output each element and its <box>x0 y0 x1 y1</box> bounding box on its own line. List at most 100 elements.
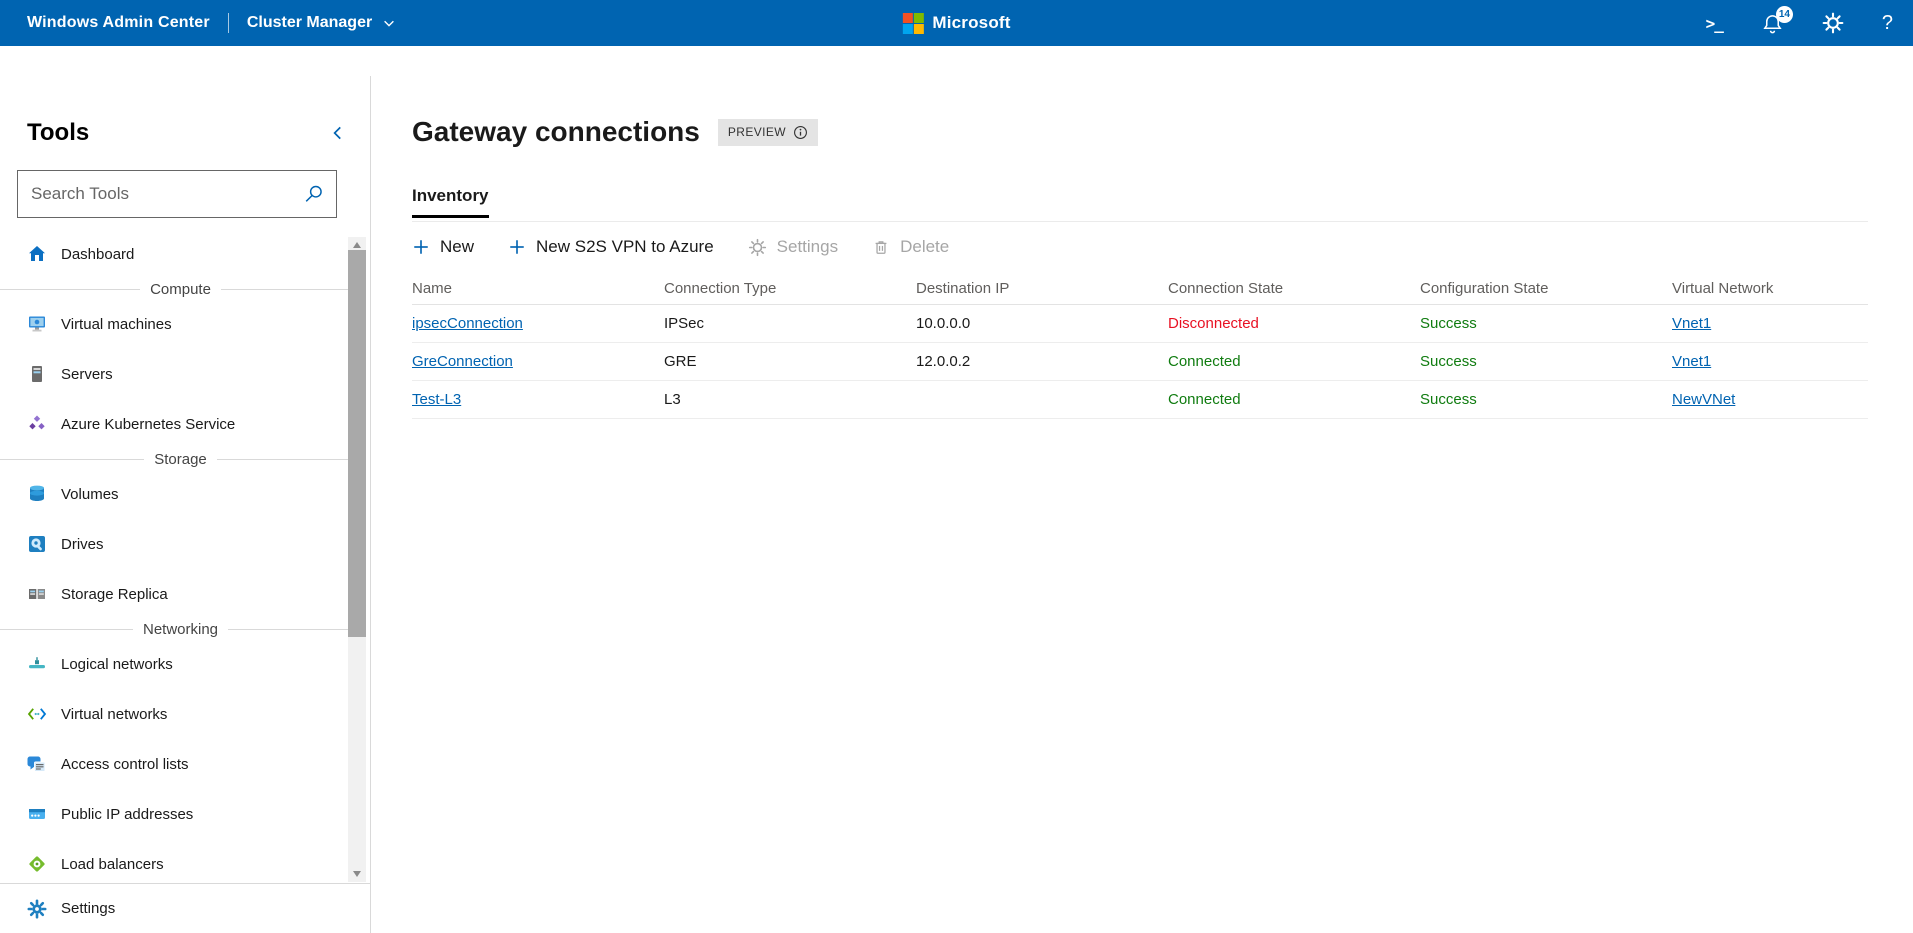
connection-state-cell: Connected <box>1168 391 1241 408</box>
table-row[interactable]: ipsecConnection IPSec 10.0.0.0 Disconnec… <box>412 305 1868 343</box>
column-header-connection-type[interactable]: Connection Type <box>664 280 916 297</box>
virtual-networks-icon <box>27 704 47 724</box>
tools-title: Tools <box>27 119 90 146</box>
virtual-network-link[interactable]: Vnet1 <box>1672 315 1711 332</box>
column-header-configuration-state[interactable]: Configuration State <box>1420 280 1672 297</box>
scroll-down-arrow-icon[interactable] <box>353 871 361 877</box>
sidebar-item-load-balancers[interactable]: Load balancers <box>0 839 371 883</box>
microsoft-logo-icon <box>902 12 924 34</box>
sidebar-item-storage-replica[interactable]: Storage Replica <box>0 569 371 619</box>
sidebar-item-label: Load balancers <box>61 855 164 873</box>
sidebar-section-storage: Storage <box>0 449 371 469</box>
help-button[interactable]: ? <box>1882 0 1893 46</box>
volumes-icon <box>27 484 47 504</box>
virtual-network-link[interactable]: Vnet1 <box>1672 353 1711 370</box>
microsoft-logo-text: Microsoft <box>932 13 1011 32</box>
sidebar-item-label: Dashboard <box>61 245 135 263</box>
table-toolbar: New New S2S VPN to Azure Settings Delete <box>412 222 1868 272</box>
topbar-separator <box>227 13 229 33</box>
new-s2s-vpn-button-label: New S2S VPN to Azure <box>536 237 714 256</box>
sidebar-item-public-ip-addresses[interactable]: Public IP addresses <box>0 789 371 839</box>
info-icon[interactable] <box>793 125 808 140</box>
home-icon <box>27 244 47 264</box>
topbar-left-group: Windows Admin Center Cluster Manager <box>0 13 396 33</box>
sidebar-item-settings[interactable]: Settings <box>0 883 370 933</box>
connection-type-cell: IPSec <box>664 315 705 332</box>
column-header-connection-state[interactable]: Connection State <box>1168 280 1420 297</box>
column-header-virtual-network[interactable]: Virtual Network <box>1672 280 1868 297</box>
connection-name-link[interactable]: ipsecConnection <box>412 315 523 332</box>
sidebar-section-compute: Compute <box>0 279 371 299</box>
sidebar-item-dashboard[interactable]: Dashboard <box>0 229 371 279</box>
page-header: Gateway connections PREVIEW <box>412 112 1868 152</box>
settings-button[interactable]: Settings <box>748 237 838 257</box>
notification-count-badge: 14 <box>1775 6 1793 23</box>
sidebar-item-access-control-lists[interactable]: Access control lists <box>0 739 371 789</box>
table-header-row: Name Connection Type Destination IP Conn… <box>412 272 1868 305</box>
gear-icon <box>27 898 47 919</box>
tab-bar: Inventory <box>412 186 1868 222</box>
connection-type-cell: L3 <box>664 391 681 408</box>
main-layout: Tools Dashboard Compute <box>0 46 1913 933</box>
delete-button-label: Delete <box>900 237 950 256</box>
powershell-terminal-icon[interactable]: >_ <box>1706 0 1724 46</box>
sidebar-item-volumes[interactable]: Volumes <box>0 469 371 519</box>
solution-switcher[interactable]: Cluster Manager <box>247 14 396 32</box>
tab-inventory[interactable]: Inventory <box>412 186 489 218</box>
connection-name-link[interactable]: GreConnection <box>412 353 513 370</box>
sidebar-item-label: Settings <box>61 900 116 917</box>
sidebar-item-label: Virtual machines <box>61 315 172 333</box>
table-row[interactable]: Test-L3 L3 Connected Success NewVNet <box>412 381 1868 419</box>
logical-networks-icon <box>27 654 47 674</box>
notifications-button[interactable]: 14 <box>1761 0 1793 46</box>
connections-table: Name Connection Type Destination IP Conn… <box>412 272 1868 419</box>
sidebar-item-label: Access control lists <box>61 755 189 773</box>
sidebar-item-label: Drives <box>61 535 104 553</box>
table-row[interactable]: GreConnection GRE 12.0.0.2 Connected Suc… <box>412 343 1868 381</box>
column-header-destination-ip[interactable]: Destination IP <box>916 280 1168 297</box>
load-balancer-icon <box>27 854 47 874</box>
column-header-name[interactable]: Name <box>412 280 664 297</box>
vm-icon <box>27 314 47 334</box>
sidebar-item-azure-kubernetes-service[interactable]: Azure Kubernetes Service <box>0 399 371 449</box>
search-input[interactable] <box>18 184 292 204</box>
sidebar-item-label: Virtual networks <box>61 705 168 723</box>
destination-ip-cell: 12.0.0.2 <box>916 353 971 370</box>
tools-search-box <box>17 170 337 218</box>
connection-name-link[interactable]: Test-L3 <box>412 391 461 408</box>
main-content: Gateway connections PREVIEW Inventory Ne… <box>371 46 1913 933</box>
sidebar-item-virtual-machines[interactable]: Virtual machines <box>0 299 371 349</box>
solution-name: Cluster Manager <box>246 14 373 31</box>
sidebar-scrollbar[interactable] <box>348 237 366 882</box>
sidebar-item-label: Storage Replica <box>61 585 168 603</box>
configuration-state-cell: Success <box>1420 353 1477 370</box>
search-icon[interactable] <box>292 171 336 217</box>
chevron-down-icon <box>382 16 396 30</box>
sidebar-item-label: Volumes <box>61 485 119 503</box>
sidebar-item-servers[interactable]: Servers <box>0 349 371 399</box>
destination-ip-cell: 10.0.0.0 <box>916 315 971 332</box>
configuration-state-cell: Success <box>1420 391 1477 408</box>
new-button[interactable]: New <box>412 237 474 257</box>
topbar-actions: >_ 14 ? <box>1706 0 1893 46</box>
sidebar-item-drives[interactable]: Drives <box>0 519 371 569</box>
public-ip-icon <box>27 804 47 824</box>
tools-sidebar: Tools Dashboard Compute <box>0 46 371 933</box>
server-icon <box>27 364 47 384</box>
connection-state-cell: Disconnected <box>1168 315 1259 332</box>
storage-replica-icon <box>27 584 47 604</box>
gear-icon <box>748 238 767 257</box>
delete-button[interactable]: Delete <box>872 237 949 257</box>
virtual-network-link[interactable]: NewVNet <box>1672 391 1735 408</box>
top-bar: Windows Admin Center Cluster Manager Mic… <box>0 0 1913 46</box>
app-title[interactable]: Windows Admin Center <box>27 14 210 32</box>
plus-icon <box>508 238 526 256</box>
settings-gear-icon[interactable] <box>1822 0 1844 46</box>
sidebar-scrollbar-thumb[interactable] <box>348 250 366 637</box>
collapse-sidebar-button[interactable] <box>329 124 347 142</box>
scroll-up-arrow-icon[interactable] <box>353 242 361 248</box>
sidebar-item-logical-networks[interactable]: Logical networks <box>0 639 371 689</box>
sidebar-item-virtual-networks[interactable]: Virtual networks <box>0 689 371 739</box>
settings-button-label: Settings <box>776 237 839 256</box>
new-s2s-vpn-button[interactable]: New S2S VPN to Azure <box>508 237 714 257</box>
